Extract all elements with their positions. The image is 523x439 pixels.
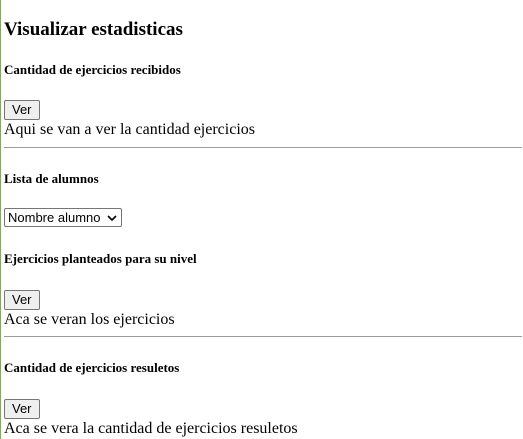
- window-left-border: [0, 0, 1, 439]
- received-exercises-heading: Cantidad de ejercicios recibidos: [4, 62, 181, 77]
- student-select-value: Nombre alumno: [8, 210, 101, 225]
- chevron-down-icon: [107, 215, 117, 222]
- view-planned-button[interactable]: Ver: [4, 290, 40, 310]
- view-received-button[interactable]: Ver: [4, 100, 40, 120]
- students-list-heading: Lista de alumnos: [4, 171, 99, 186]
- section-divider: [4, 336, 522, 337]
- statistics-page: Visualizar estadisticas Cantidad de ejer…: [4, 0, 523, 439]
- planned-exercises-heading: Ejercicios planteados para su nivel: [4, 251, 197, 266]
- student-name-select[interactable]: Nombre alumno: [4, 208, 122, 227]
- page-title: Visualizar estadisticas: [4, 19, 183, 40]
- view-solved-button[interactable]: Ver: [4, 399, 40, 419]
- solved-exercises-text: Aca se vera la cantidad de ejercicios re…: [4, 420, 298, 437]
- planned-exercises-text: Aca se veran los ejercicios: [4, 311, 175, 328]
- section-divider: [4, 147, 522, 148]
- solved-exercises-heading: Cantidad de ejercicios resuletos: [4, 360, 180, 375]
- received-exercises-text: Aqui se van a ver la cantidad ejercicios: [4, 121, 255, 138]
